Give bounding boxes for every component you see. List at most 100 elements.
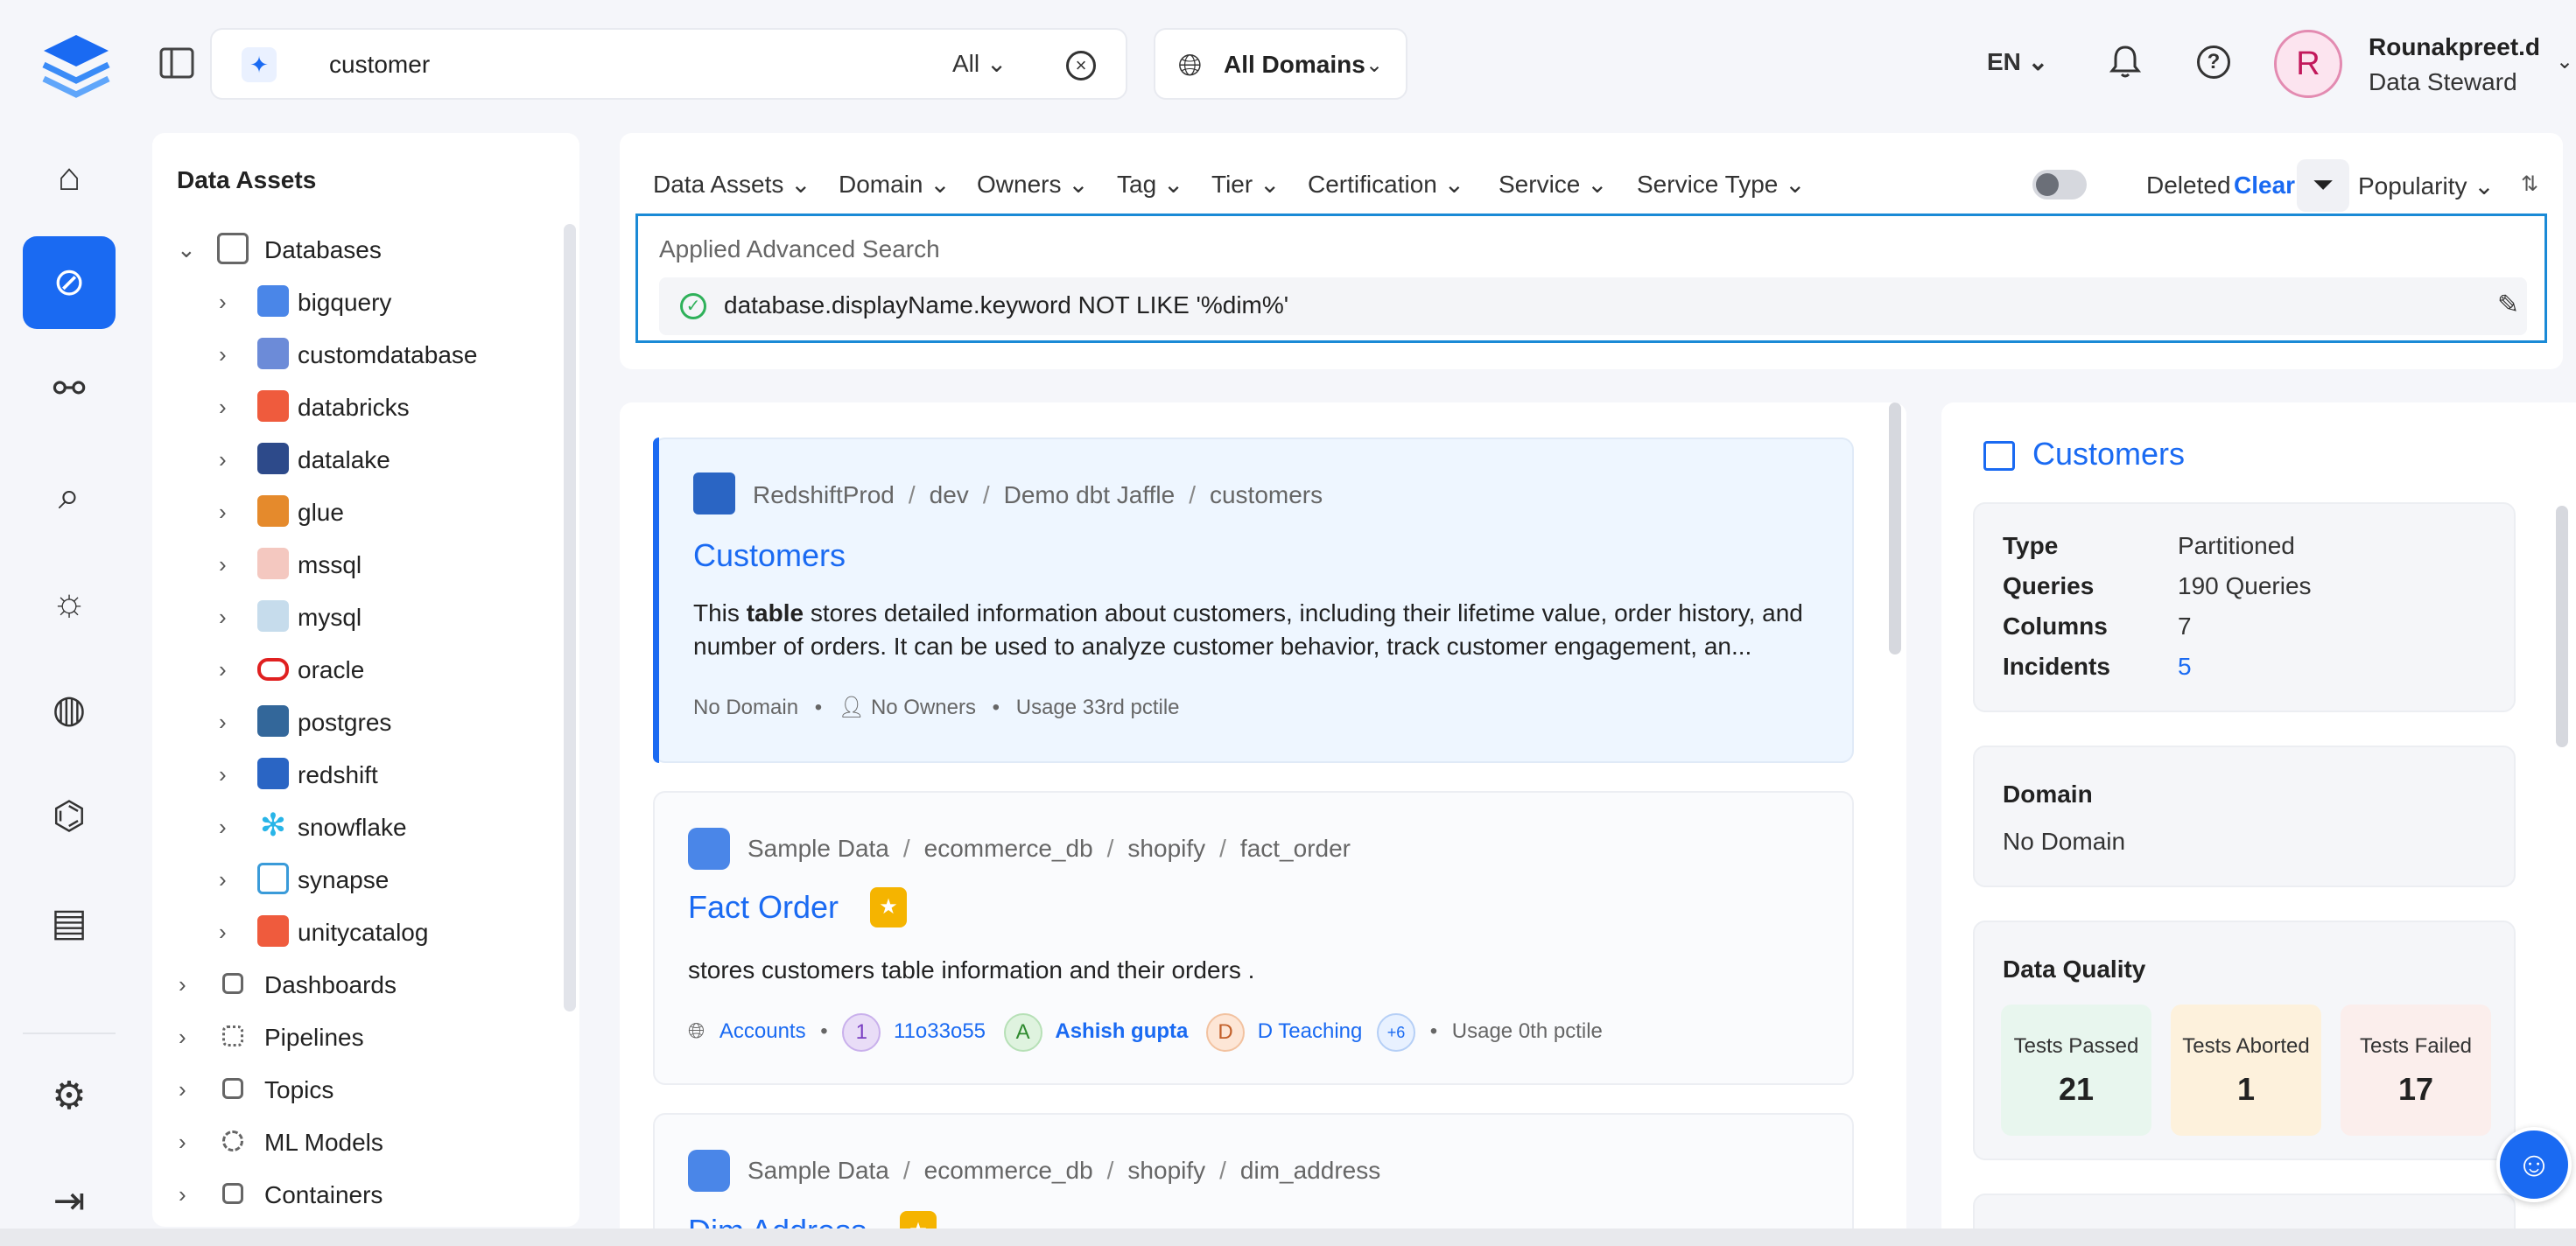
help-icon[interactable]: ? (2197, 46, 2230, 79)
tree-scrollbar[interactable] (564, 224, 576, 1012)
filter-data-assets[interactable]: Data Assets ⌄ (653, 170, 811, 199)
results-scrollbar[interactable] (1889, 402, 1901, 654)
tree-item-containers[interactable]: › Containers (152, 1169, 579, 1222)
chevron-right-icon[interactable]: › (219, 551, 227, 578)
tree-item-mysql[interactable]: › mysql (152, 592, 579, 644)
explore-icon[interactable]: ⊘ (23, 236, 116, 329)
tests-aborted-card[interactable]: Tests Aborted 1 (2171, 1004, 2321, 1136)
breadcrumb-item[interactable]: Demo dbt Jaffle (1004, 481, 1176, 508)
owner-name[interactable]: D Teaching (1258, 1019, 1363, 1043)
tree-item-bigquery[interactable]: › bigquery (152, 276, 579, 329)
filter-icon[interactable]: ⏷ (2297, 159, 2349, 212)
sort-direction-icon[interactable]: ⇅ (2521, 172, 2538, 197)
breadcrumb-item[interactable]: RedshiftProd (753, 481, 895, 508)
filter-domain[interactable]: Domain ⌄ (839, 170, 951, 199)
breadcrumb-item[interactable]: shopify (1127, 1157, 1205, 1184)
edit-icon[interactable]: ✎ (2497, 290, 2519, 320)
filter-certification[interactable]: Certification ⌄ (1308, 170, 1464, 199)
filter-tier[interactable]: Tier ⌄ (1211, 170, 1280, 199)
search-scope-dropdown[interactable]: All ⌄ (952, 49, 1007, 78)
tree-item-ml-models[interactable]: › ML Models (152, 1116, 579, 1169)
domain-selector[interactable]: 🌐︎ All Domains ⌄ (1154, 28, 1407, 100)
tree-item-customdatabase[interactable]: › customdatabase (152, 329, 579, 382)
tree-item-databricks[interactable]: › databricks (152, 382, 579, 434)
owner-name[interactable]: Ashish gupta (1055, 1019, 1188, 1043)
chevron-right-icon[interactable]: › (179, 971, 186, 998)
tree-item-dashboards[interactable]: › Dashboards (152, 959, 579, 1012)
tree-item-snowflake[interactable]: › ✻ snowflake (152, 802, 579, 854)
chevron-right-icon[interactable]: › (219, 814, 227, 841)
search-input[interactable]: customer (329, 51, 430, 79)
tree-item-glue[interactable]: › glue (152, 486, 579, 539)
result-card[interactable]: Sample Data / ecommerce_db / shopify / fact_or… (653, 791, 1854, 1085)
lineage-icon[interactable]: ⚯ (23, 343, 116, 436)
chatbot-icon[interactable]: ☺ (2496, 1127, 2572, 1202)
domains-icon[interactable]: ◍ (23, 663, 116, 756)
filter-service[interactable]: Service ⌄ (1499, 170, 1608, 199)
tree-item-redshift[interactable]: › redshift (152, 749, 579, 802)
show-deleted-toggle[interactable] (2032, 170, 2087, 200)
chevron-right-icon[interactable]: › (219, 656, 227, 683)
chevron-right-icon[interactable]: › (179, 1181, 186, 1208)
ai-search-icon[interactable]: ✦ (242, 47, 277, 82)
tree-item-databases[interactable]: ⌄ Databases (152, 224, 579, 276)
tree-item-oracle[interactable]: › oracle (152, 644, 579, 696)
result-card[interactable]: Sample Data / ecommerce_db / shopify / dim_add… (653, 1113, 1854, 1246)
chevron-right-icon[interactable]: › (219, 919, 227, 946)
chevron-right-icon[interactable]: › (219, 446, 227, 473)
language-selector[interactable]: EN ⌄ (1987, 47, 2048, 76)
chevron-right-icon[interactable]: › (219, 866, 227, 893)
breadcrumb-item[interactable]: customers (1210, 481, 1323, 508)
insights-icon[interactable]: ☼ (23, 556, 116, 649)
filter-owners[interactable]: Owners ⌄ (977, 170, 1089, 199)
breadcrumb-item[interactable]: Sample Data (748, 835, 889, 862)
chevron-right-icon[interactable]: › (219, 604, 227, 631)
summary-scrollbar[interactable] (2556, 506, 2568, 747)
tree-item-synapse[interactable]: › synapse (152, 854, 579, 906)
breadcrumb-item[interactable]: Sample Data (748, 1157, 889, 1184)
chevron-right-icon[interactable]: › (219, 394, 227, 421)
notification-bell-icon[interactable] (2106, 42, 2144, 80)
tests-passed-card[interactable]: Tests Passed 21 (2001, 1004, 2151, 1136)
clear-filters-link[interactable]: Clear (2234, 172, 2295, 200)
sidebar-toggle-icon[interactable] (158, 46, 196, 80)
user-name[interactable]: Rounakpreet.d (2369, 33, 2540, 61)
tests-failed-card[interactable]: Tests Failed 17 (2341, 1004, 2491, 1136)
more-owners-badge[interactable]: +6 (1377, 1012, 1416, 1052)
summary-title[interactable]: Customers (2032, 436, 2185, 472)
tree-item-mssql[interactable]: › mssql (152, 539, 579, 592)
filter-tag[interactable]: Tag ⌄ (1117, 170, 1183, 199)
result-card[interactable]: RedshiftProd / dev / Demo dbt Jaffle / custome… (653, 438, 1854, 763)
owner-name[interactable]: 11o33o55 (894, 1019, 986, 1043)
chevron-right-icon[interactable]: › (179, 1076, 186, 1103)
chevron-right-icon[interactable]: › (219, 499, 227, 526)
global-search[interactable]: ✦ customer All ⌄ × (210, 28, 1127, 100)
domain-link[interactable]: Accounts (719, 1019, 806, 1043)
tree-item-topics[interactable]: › Topics (152, 1064, 579, 1116)
tree-item-postgres[interactable]: › postgres (152, 696, 579, 749)
breadcrumb-item[interactable]: dev (930, 481, 969, 508)
breadcrumb-item[interactable]: dim_address (1240, 1157, 1380, 1184)
clear-search-icon[interactable]: × (1066, 51, 1096, 80)
tree-item-pipelines[interactable]: › Pipelines (152, 1012, 579, 1064)
chevron-right-icon[interactable]: › (179, 1024, 186, 1051)
chevron-right-icon[interactable]: › (219, 761, 227, 788)
incidents-link[interactable]: 5 (2178, 653, 2192, 681)
app-logo-icon[interactable] (39, 32, 114, 103)
chevron-right-icon[interactable]: › (219, 709, 227, 736)
chevron-right-icon[interactable]: › (179, 1129, 186, 1156)
home-icon[interactable]: ⌂ (23, 131, 116, 224)
sort-dropdown[interactable]: Popularity ⌄ (2358, 172, 2495, 200)
settings-icon[interactable]: ⚙ (23, 1050, 116, 1143)
tree-item-unitycatalog[interactable]: › unitycatalog (152, 906, 579, 959)
tree-item-datalake[interactable]: › datalake (152, 434, 579, 486)
observability-icon[interactable]: ⌕ (23, 450, 116, 542)
filter-service-type[interactable]: Service Type ⌄ (1637, 170, 1806, 199)
user-avatar[interactable]: R (2274, 30, 2342, 98)
chevron-right-icon[interactable]: › (219, 289, 227, 316)
breadcrumb-item[interactable]: shopify (1127, 835, 1205, 862)
breadcrumb-item[interactable]: ecommerce_db (924, 835, 1093, 862)
governance-icon[interactable]: ⌬ (23, 770, 116, 863)
breadcrumb-item[interactable]: fact_order (1240, 835, 1351, 862)
chevron-down-icon[interactable]: ⌄ (177, 236, 196, 263)
